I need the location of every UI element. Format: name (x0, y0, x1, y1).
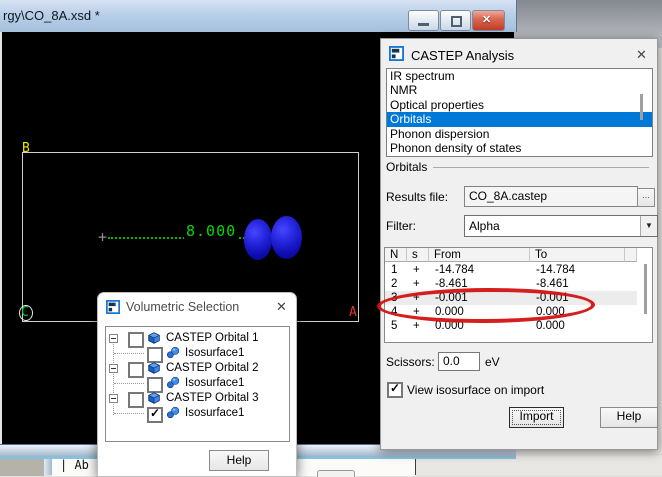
measurement-start-marker: + (98, 228, 108, 246)
tree-item-label: Isosurface1 (185, 377, 245, 389)
list-item-phonon-dispersion[interactable]: Phonon dispersion (387, 127, 652, 141)
cell-n: 5 (391, 320, 398, 332)
scissors-input[interactable]: 0.0 (438, 352, 480, 371)
browse-button[interactable]: ... (637, 188, 655, 207)
list-item-nmr[interactable]: NMR (387, 83, 652, 97)
table-scrollbar-thumb[interactable] (644, 264, 647, 314)
tree-item-orbital-1[interactable]: CASTEP Orbital 1 (106, 331, 289, 348)
cell-to: -14.784 (536, 264, 576, 276)
filter-dropdown[interactable]: Alpha ▼ (464, 215, 658, 237)
tree-item-label: Isosurface1 (185, 407, 245, 419)
tree-connector (114, 353, 144, 354)
orbitals-group-label: Orbitals (386, 160, 428, 174)
dialog-title: Volumetric Selection (126, 300, 240, 314)
minimize-button[interactable] (408, 10, 439, 31)
list-item-optical-properties[interactable]: Optical properties (387, 98, 652, 112)
tree-item-isosurface-2[interactable]: Isosurface1 (106, 376, 289, 393)
analysis-list[interactable]: IR spectrum NMR Optical properties Orbit… (386, 68, 653, 157)
cell-to: 0.000 (536, 320, 565, 332)
list-item-ir-spectrum[interactable]: IR spectrum (387, 69, 652, 83)
check-icon: ✓ (390, 381, 401, 395)
dialog-title: CASTEP Analysis (411, 48, 515, 63)
materials-studio-icon (389, 46, 404, 61)
results-file-label: Results file: (386, 190, 449, 204)
measurement-value: 8.000 (184, 222, 239, 240)
axis-label-b: B (22, 141, 30, 156)
orbital-lobe-left (244, 219, 272, 260)
close-button[interactable]: ✕ (472, 10, 505, 31)
filter-value: Alpha (469, 219, 500, 233)
help-button[interactable]: Help (600, 407, 658, 428)
collapse-icon[interactable] (109, 364, 118, 373)
volumetric-tree[interactable]: CASTEP Orbital 1 Isosurface1 CASTEP Orbi… (105, 326, 290, 442)
materials-studio-icon (106, 300, 120, 314)
restore-button[interactable] (440, 10, 471, 31)
tree-connector (114, 413, 144, 414)
help-button[interactable]: Help (209, 450, 269, 471)
axis-label-a: A (349, 305, 357, 320)
results-file-field[interactable]: CO_8A.castep (464, 186, 638, 207)
hidden-button-top (317, 470, 355, 477)
view-isosurface-label: View isosurface on import (407, 383, 545, 397)
orbital-lobe-right (271, 216, 302, 259)
minimize-icon (418, 23, 429, 26)
structure-window-titlebar[interactable]: rgy\CO_8A.xsd * ✕ (0, 0, 517, 32)
cell-to: -8.461 (536, 278, 569, 290)
list-scrollbar-thumb[interactable] (640, 94, 643, 120)
group-separator (433, 167, 649, 168)
list-item-orbitals-selected[interactable]: Orbitals (387, 112, 652, 127)
cell-s: + (413, 264, 420, 276)
cell-n: 2 (391, 278, 398, 290)
axis-label-c: C (21, 305, 29, 320)
tree-item-orbital-3[interactable]: CASTEP Orbital 3 (106, 391, 289, 408)
col-header-blank (625, 248, 637, 262)
cell-s: + (413, 320, 420, 332)
restore-icon (451, 16, 462, 27)
dialog-close-icon[interactable]: ✕ (276, 300, 287, 313)
chevron-down-icon[interactable]: ▼ (640, 216, 657, 236)
table-row[interactable]: 1 + -14.784 -14.784 (385, 263, 637, 277)
isosurface-icon (166, 406, 180, 423)
isosurface-3-checkbox-checked[interactable]: ✓ (147, 406, 163, 423)
tree-item-orbital-2[interactable]: CASTEP Orbital 2 (106, 361, 289, 378)
col-header-s[interactable]: s (407, 248, 429, 262)
tree-item-label: CASTEP Orbital 2 (166, 362, 259, 374)
castep-analysis-dialog: CASTEP Analysis ✕ IR spectrum NMR Optica… (376, 38, 658, 450)
view-isosurface-checkbox[interactable]: ✓ (387, 381, 403, 398)
cell-from: -14.784 (435, 264, 475, 276)
window-title: rgy\CO_8A.xsd * (3, 8, 100, 23)
bottom-left-panel (0, 457, 44, 476)
tree-item-label: Isosurface1 (185, 347, 245, 359)
import-button[interactable]: Import (509, 407, 564, 428)
tree-item-label: CASTEP Orbital 1 (166, 332, 259, 344)
check-icon: ✓ (150, 406, 161, 420)
close-icon: ✕ (482, 14, 492, 26)
col-header-from[interactable]: From (429, 248, 530, 262)
collapse-icon[interactable] (109, 334, 118, 343)
filter-label: Filter: (386, 219, 416, 233)
tree-item-isosurface-1[interactable]: Isosurface1 (106, 346, 289, 363)
col-header-to[interactable]: To (530, 248, 625, 262)
col-header-n[interactable]: N (385, 248, 407, 262)
tree-item-label: CASTEP Orbital 3 (166, 392, 259, 404)
volumetric-selection-dialog: Volumetric Selection ✕ CASTEP Orbital 1 … (97, 292, 297, 477)
scissors-label: Scissors: (386, 355, 435, 369)
tree-item-isosurface-3[interactable]: ✓ Isosurface1 (106, 406, 289, 423)
collapse-icon[interactable] (109, 394, 118, 403)
dialog-close-icon[interactable]: ✕ (636, 48, 647, 61)
cell-n: 1 (391, 264, 398, 276)
scissors-unit: eV (485, 355, 500, 369)
bottom-pane-text: | Ab (60, 458, 89, 472)
list-item-phonon-dos[interactable]: Phonon density of states (387, 141, 652, 155)
tree-connector (114, 383, 144, 384)
cell-s: + (413, 278, 420, 290)
